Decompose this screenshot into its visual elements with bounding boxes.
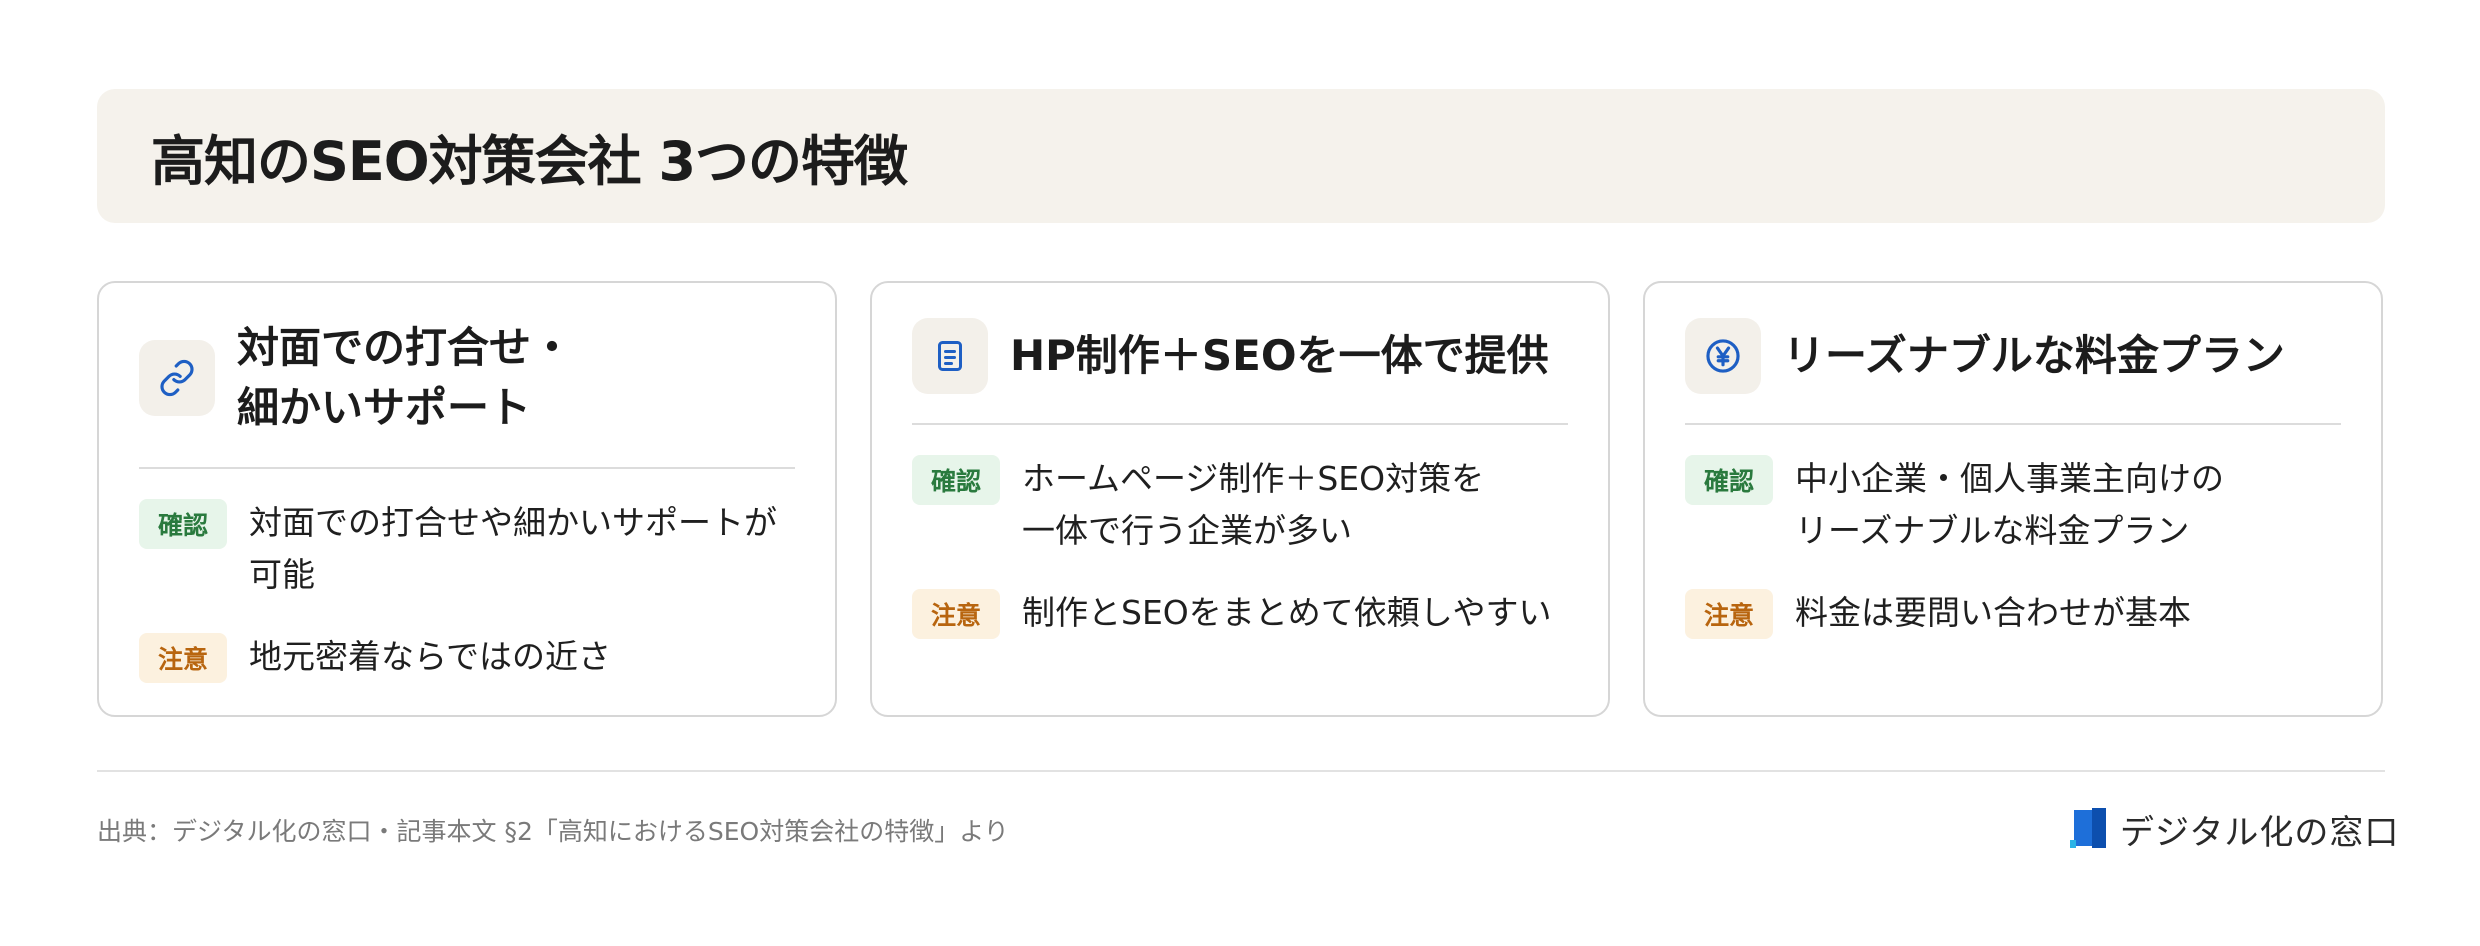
feature-card-web-and-seo: HP制作＋SEOを一体で提供 確認 ホームページ制作＋SEO対策を 一体で行う企…	[870, 281, 1610, 717]
item-text: ホームページ制作＋SEO対策を 一体で行う企業が多い	[1022, 459, 1485, 550]
card-title: 対面での打合せ・ 細かいサポート	[237, 323, 574, 432]
item-text: 対面での打合せや細かいサポートが 可能	[249, 503, 777, 594]
card-header: 対面での打合せ・ 細かいサポート	[139, 283, 795, 469]
caution-badge: 注意	[912, 589, 1000, 639]
confirm-badge: 確認	[912, 455, 1000, 505]
item-text: 料金は要問い合わせが基本	[1795, 593, 2191, 632]
caution-badge: 注意	[139, 633, 227, 683]
feature-card-pricing: リーズナブルな料金プラン 確認 中小企業・個人事業主向けの リーズナブルな料金プ…	[1643, 281, 2383, 717]
list-item: 確認 対面での打合せや細かいサポートが 可能	[139, 497, 795, 601]
card-header: リーズナブルな料金プラン	[1685, 283, 2341, 425]
list-item: 確認 ホームページ制作＋SEO対策を 一体で行う企業が多い	[912, 453, 1568, 557]
list-item: 注意 料金は要問い合わせが基本	[1685, 587, 2341, 639]
source-citation: 出典：デジタル化の窓口・記事本文 §2「高知におけるSEO対策会社の特徴」より	[97, 817, 1009, 846]
title-banner: 高知のSEO対策会社 3つの特徴	[97, 89, 2385, 223]
logo-text: デジタル化の窓口	[2120, 813, 2400, 853]
footer-divider	[97, 770, 2385, 772]
caution-badge: 注意	[1685, 589, 1773, 639]
item-text: 中小企業・個人事業主向けの リーズナブルな料金プラン	[1795, 459, 2224, 550]
logo-mark-icon	[2070, 806, 2110, 854]
confirm-badge: 確認	[139, 499, 227, 549]
page-title: 高知のSEO対策会社 3つの特徴	[151, 129, 908, 193]
card-header: HP制作＋SEOを一体で提供	[912, 283, 1568, 425]
link-icon	[139, 340, 215, 416]
yen-icon	[1685, 318, 1761, 394]
item-text: 地元密着ならではの近さ	[249, 637, 612, 676]
feature-card-face-to-face: 対面での打合せ・ 細かいサポート 確認 対面での打合せや細かいサポートが 可能 …	[97, 281, 837, 717]
list-item: 注意 制作とSEOをまとめて依頼しやすい	[912, 587, 1568, 639]
card-title: リーズナブルな料金プラン	[1783, 331, 2285, 380]
card-title: HP制作＋SEOを一体で提供	[1010, 331, 1549, 380]
brand-logo: デジタル化の窓口	[2070, 805, 2399, 854]
list-item: 確認 中小企業・個人事業主向けの リーズナブルな料金プラン	[1685, 453, 2341, 557]
document-icon	[912, 318, 988, 394]
confirm-badge: 確認	[1685, 455, 1773, 505]
list-item: 注意 地元密着ならではの近さ	[139, 631, 795, 683]
item-text: 制作とSEOをまとめて依頼しやすい	[1022, 593, 1552, 632]
